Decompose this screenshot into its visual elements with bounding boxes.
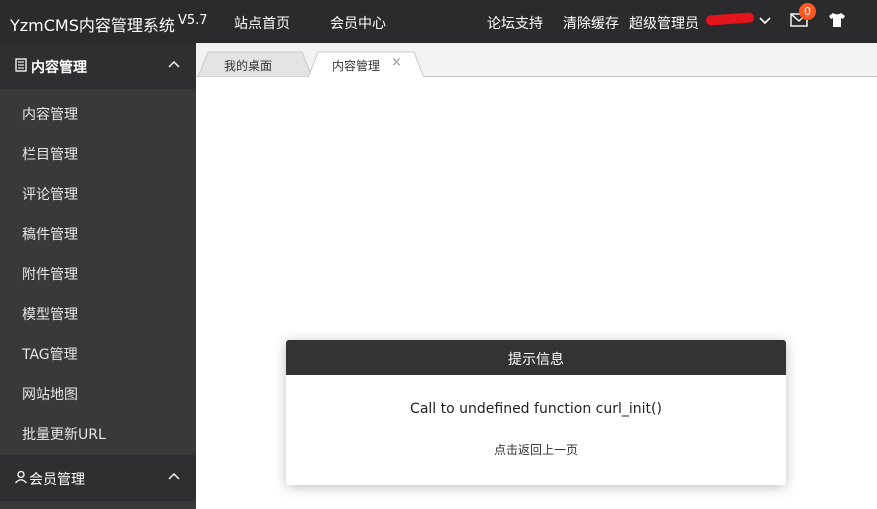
sidebar-item-models[interactable]: 模型管理 (0, 293, 196, 333)
dialog-header: 提示信息 (286, 340, 786, 375)
tab-label: 我的桌面 (224, 59, 273, 73)
close-icon[interactable]: × (391, 55, 402, 70)
chevron-up-icon (168, 473, 180, 480)
sidebar: 内容管理 内容管理 栏目管理 评论管理 稿件管理 附件管理 模型管理 TAG管理… (0, 43, 196, 509)
sidebar-item-submissions[interactable]: 稿件管理 (0, 213, 196, 253)
error-message: Call to undefined function curl_init() (410, 401, 662, 417)
sidebar-item-attachments[interactable]: 附件管理 (0, 253, 196, 293)
sidebar-item-label: 内容管理 (22, 107, 78, 123)
app-version: V5.7 (178, 13, 208, 28)
sidebar-item-comments[interactable]: 评论管理 (0, 173, 196, 213)
nav-clear-cache[interactable]: 清除缓存 (563, 13, 619, 33)
sidebar-item-batch-url[interactable]: 批量更新URL (0, 413, 196, 453)
message-dialog: 提示信息 Call to undefined function curl_ini… (286, 340, 786, 485)
sidebar-group-content[interactable]: 内容管理 (0, 43, 196, 89)
tab-label: 内容管理 (332, 59, 381, 73)
sidebar-item-tags[interactable]: TAG管理 (0, 333, 196, 373)
redacted-username (705, 12, 755, 26)
theme-shirt-icon[interactable] (828, 12, 846, 28)
sidebar-item-category[interactable]: 栏目管理 (0, 133, 196, 173)
sidebar-group-label: 会员管理 (29, 472, 85, 488)
sidebar-item-content[interactable]: 内容管理 (0, 93, 196, 133)
sidebar-group-members[interactable]: 会员管理 (0, 455, 196, 501)
nav-site-home[interactable]: 站点首页 (234, 13, 290, 33)
back-link[interactable]: 点击返回上一页 (486, 441, 586, 458)
sidebar-item-label: TAG管理 (22, 347, 78, 363)
app-title: YzmCMS内容管理系统 (10, 16, 175, 35)
chevron-up-icon (168, 61, 180, 68)
tab-content-management[interactable]: 内容管理 × (308, 51, 424, 78)
nav-member-center[interactable]: 会员中心 (330, 13, 386, 33)
nav-forum-support[interactable]: 论坛支持 (487, 13, 543, 33)
sidebar-group-label: 内容管理 (31, 60, 87, 76)
user-icon (15, 470, 27, 484)
dialog-title: 提示信息 (508, 352, 564, 368)
sidebar-item-label: 稿件管理 (22, 227, 78, 243)
tab-strip: 我的桌面 内容管理 × (196, 43, 877, 78)
sidebar-item-label: 栏目管理 (22, 147, 78, 163)
document-icon (15, 58, 27, 72)
message-count-badge: 0 (799, 3, 816, 20)
tab-my-desktop[interactable]: 我的桌面 (198, 51, 312, 77)
sidebar-item-label: 批量更新URL (22, 427, 106, 443)
sidebar-item-label: 模型管理 (22, 307, 78, 323)
admin-menu[interactable]: 超级管理员 (629, 13, 699, 33)
top-bar: YzmCMS内容管理系统 V5.7 站点首页 会员中心 论坛支持 清除缓存 超级… (0, 0, 877, 43)
sidebar-item-label: 附件管理 (22, 267, 78, 283)
chevron-down-icon[interactable] (758, 12, 772, 28)
sidebar-item-label: 评论管理 (22, 187, 78, 203)
sidebar-item-label: 网站地图 (22, 387, 78, 403)
sidebar-item-sitemap[interactable]: 网站地图 (0, 373, 196, 413)
